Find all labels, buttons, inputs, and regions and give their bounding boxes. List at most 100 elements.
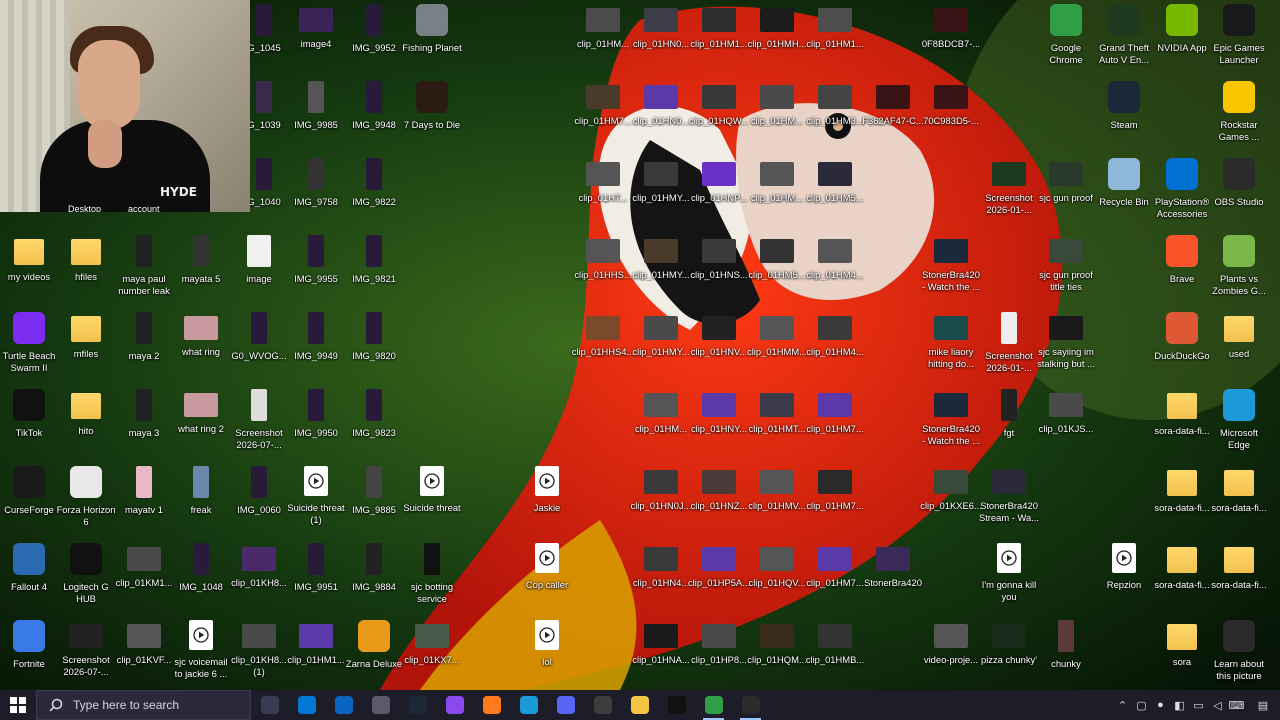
app-shortcut-icon — [70, 466, 102, 498]
image-thumbnail-icon — [308, 158, 324, 190]
volume-icon[interactable]: ◁ — [1208, 690, 1227, 720]
folder-icon — [14, 239, 44, 265]
taskbar-app-obs[interactable] — [584, 690, 621, 720]
desktop-icon[interactable]: IMG_9823 — [339, 387, 409, 459]
desktop-icon-label: clip_01HM5... — [806, 192, 864, 203]
taskbar-app-tiktok[interactable] — [658, 690, 695, 720]
language-icon[interactable]: ⌨ — [1227, 690, 1246, 720]
app-shortcut-icon — [1050, 4, 1082, 36]
desktop-icon-label: Plants vs Zombies G... — [1212, 273, 1266, 296]
desktop-icon[interactable]: StonerBra420 — [858, 541, 928, 613]
taskbar-app-settings[interactable] — [362, 690, 399, 720]
video-thumbnail-icon — [818, 316, 852, 340]
taskbar-app-obs-studio-2[interactable] — [732, 690, 769, 720]
desktop-icon[interactable]: I'm gonna kill you — [974, 541, 1044, 613]
video-thumbnail-icon — [1049, 393, 1083, 417]
desktop-icon[interactable]: clip_01HM4... — [800, 310, 870, 382]
desktop-icon[interactable]: Cop caller — [512, 541, 582, 613]
desktop-icon[interactable]: Suicide threat — [397, 464, 467, 536]
desktop-icon[interactable]: clip_01HM5... — [800, 156, 870, 228]
desktop-icon[interactable]: clip_01KJS... — [1031, 387, 1101, 459]
taskbar: Type here to search ⌃ ▢ ● ◧ ▭ ◁ ⌨ ▤ — [0, 690, 1280, 720]
image-thumbnail-icon — [424, 543, 440, 575]
taskbar-app-outlook[interactable] — [325, 690, 362, 720]
microphone-icon[interactable]: ● — [1151, 690, 1170, 720]
desktop-icon[interactable]: clip_01HM1... — [800, 2, 870, 74]
image-thumbnail-icon — [308, 235, 324, 267]
desktop-icon[interactable]: clip_01HM7... — [800, 464, 870, 536]
desktop-icon[interactable]: StonerBra420 - Watch the ... — [916, 233, 986, 305]
taskbar-app-file-explorer[interactable] — [621, 690, 658, 720]
taskbar-app-steam[interactable] — [399, 690, 436, 720]
desktop-icon[interactable]: Fishing Planet — [397, 2, 467, 74]
desktop-icon[interactable]: lol — [512, 618, 582, 690]
desktop-icon-label: Fishing Planet — [402, 42, 462, 53]
desktop-icon[interactable]: IMG_9820 — [339, 310, 409, 382]
image-thumbnail-icon — [308, 389, 324, 421]
folder-icon — [1224, 547, 1254, 573]
video-thumbnail-icon — [1049, 239, 1083, 263]
desktop-icon[interactable]: Plants vs Zombies G... — [1204, 233, 1274, 305]
video-thumbnail-icon — [934, 470, 968, 494]
app-shortcut-icon — [1223, 158, 1255, 190]
notification-icon[interactable]: ▤ — [1246, 690, 1280, 720]
network-icon[interactable]: ▭ — [1189, 690, 1208, 720]
taskbar-app-task-view[interactable] — [251, 690, 288, 720]
taskbar-app-microsoft-store[interactable] — [288, 690, 325, 720]
video-thumbnail-icon — [644, 624, 678, 648]
desktop-icon[interactable]: sjc botting service — [397, 541, 467, 613]
app-shortcut-icon — [1108, 4, 1140, 36]
image-thumbnail-icon — [308, 312, 324, 344]
desktop-icon[interactable]: clip_01HM4... — [800, 233, 870, 305]
desktop-icon-label: StonerBra420 — [864, 577, 922, 588]
desktop-icon[interactable]: StonerBra420 Stream - Wa... — [974, 464, 1044, 536]
desktop-icon[interactable]: 70C983D5-... — [916, 79, 986, 151]
desktop-icon[interactable]: sora-data-fi... — [1204, 464, 1274, 536]
desktop-icon[interactable]: Epic Games Launcher — [1204, 2, 1274, 74]
taskbar-app-edge[interactable] — [510, 690, 547, 720]
desktop-icon-label: 70C983D5-... — [923, 115, 979, 126]
desktop-icon[interactable]: clip_01HM7... — [800, 387, 870, 459]
start-button[interactable] — [0, 690, 36, 720]
desktop-icon[interactable]: clip_01KX7... — [397, 618, 467, 690]
desktop-icon[interactable]: OBS Studio — [1204, 156, 1274, 228]
desktop-icon[interactable]: IMG_9822 — [339, 156, 409, 228]
chevron-up-icon[interactable]: ⌃ — [1113, 690, 1132, 720]
desktop-icon[interactable]: IMG_9821 — [339, 233, 409, 305]
desktop-icon-label: 0F8BDCB7-... — [921, 38, 981, 49]
desktop-icon[interactable]: Learn about this picture — [1204, 618, 1274, 690]
desktop-icon-label: clip_01KX7... — [404, 654, 460, 665]
folder-icon — [1224, 470, 1254, 496]
video-thumbnail-icon — [760, 162, 794, 186]
desktop-icon[interactable]: clip_01HMB... — [800, 618, 870, 690]
tray-app-icon[interactable]: ▢ — [1132, 690, 1151, 720]
taskbar-app-firefox[interactable] — [473, 690, 510, 720]
taskbar-search-box[interactable]: Type here to search — [36, 690, 251, 720]
tray-app-icon-2[interactable]: ◧ — [1170, 690, 1189, 720]
video-thumbnail-icon — [586, 162, 620, 186]
desktop-icon[interactable]: 7 Days to Die — [397, 79, 467, 151]
taskbar-app-chrome[interactable] — [695, 690, 732, 720]
obs-icon — [593, 696, 612, 714]
desktop-icon[interactable]: chunky — [1031, 618, 1101, 690]
desktop-icon[interactable]: sjc gun proof title ties — [1031, 233, 1101, 305]
desktop-icon[interactable]: Steam — [1089, 79, 1159, 151]
webcam-person-face — [78, 40, 140, 130]
desktop-icon[interactable]: sora-data-fi... — [1204, 541, 1274, 613]
folder-icon — [71, 393, 101, 419]
search-input-placeholder[interactable]: Type here to search — [73, 698, 179, 712]
desktop-icon[interactable]: used — [1204, 310, 1274, 382]
desktop-icon[interactable]: sjc sayiing im stalking but ... — [1031, 310, 1101, 382]
desktop-icon[interactable]: Microsoft Edge — [1204, 387, 1274, 459]
video-thumbnail-icon — [702, 547, 736, 571]
webcam-person-hand — [88, 120, 122, 168]
taskbar-app-discord[interactable] — [547, 690, 584, 720]
video-thumbnail-icon — [818, 393, 852, 417]
desktop-icon[interactable]: Rockstar Games ... — [1204, 79, 1274, 151]
desktop-icon-label: clip_01HM4... — [806, 269, 864, 280]
desktop-icon-label: clip_01HM1... — [806, 38, 864, 49]
desktop-icon[interactable]: Jaskie — [512, 464, 582, 536]
taskbar-app-twitch[interactable] — [436, 690, 473, 720]
webcam-cutoff-label-account: account — [128, 204, 160, 212]
desktop-icon[interactable]: 0F8BDCB7-... — [916, 2, 986, 74]
